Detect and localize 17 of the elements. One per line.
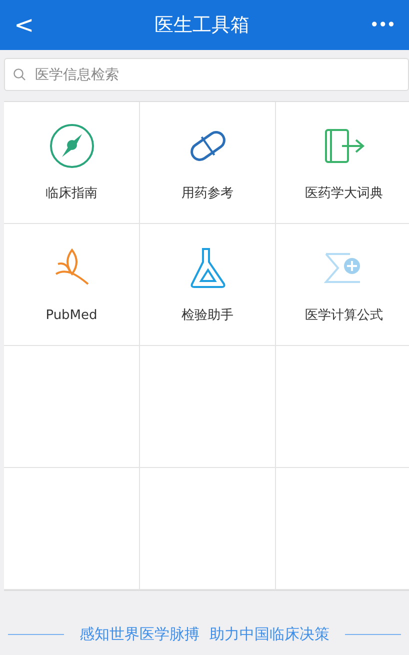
search-icon: [13, 68, 26, 81]
more-button[interactable]: •••: [364, 13, 401, 37]
tool-label: 用药参考: [182, 184, 234, 203]
compass-icon: [48, 122, 96, 170]
tool-tile[interactable]: 检验助手: [140, 224, 276, 346]
tool-label: 医学计算公式: [305, 306, 383, 325]
search-field[interactable]: 医学信息检索: [4, 58, 409, 91]
back-button[interactable]: <: [8, 13, 40, 37]
tool-tile[interactable]: PubMed: [4, 224, 140, 346]
tool-label: 检验助手: [182, 306, 234, 325]
tool-label: PubMed: [46, 306, 98, 325]
page-title: 医生工具箱: [154, 12, 250, 38]
tool-label: 临床指南: [46, 184, 98, 203]
tool-tile[interactable]: 用药参考: [140, 102, 276, 224]
tool-label: 医药学大词典: [305, 184, 383, 203]
tool-tile[interactable]: 临床指南: [4, 102, 140, 224]
slogan-text: 感知世界医学脉搏 助力中国临床决策: [80, 624, 330, 645]
